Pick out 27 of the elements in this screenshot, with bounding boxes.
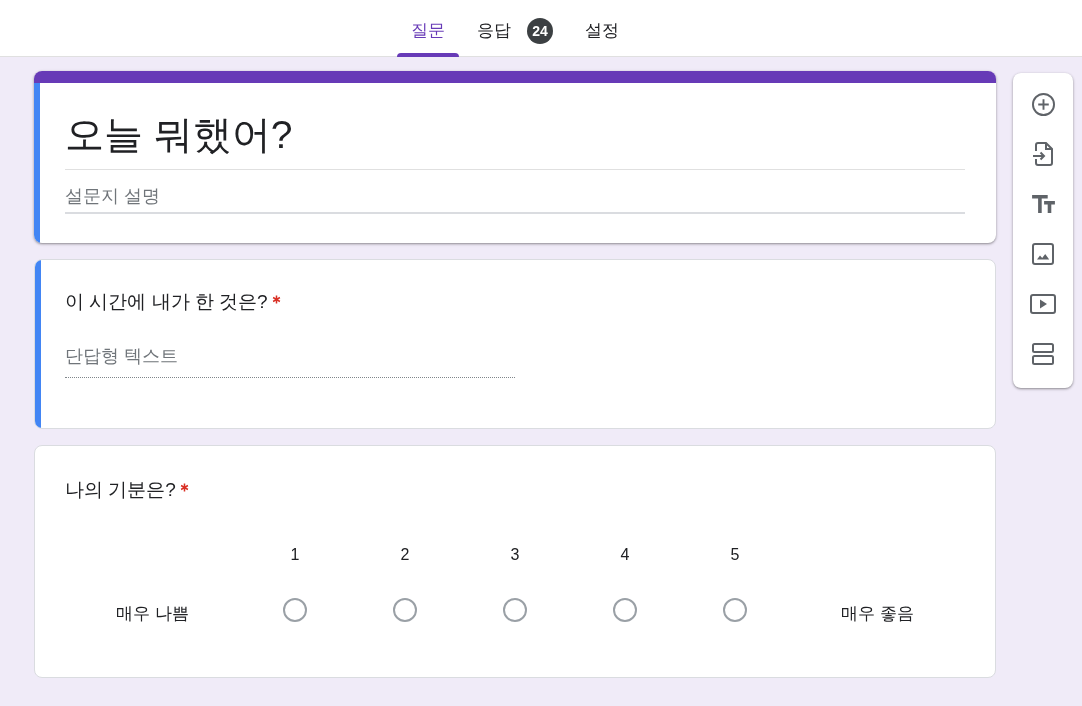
scale-number: 2 [400, 545, 410, 565]
description-field[interactable]: 설문지 설명 [65, 170, 965, 214]
radio-button[interactable] [393, 598, 417, 622]
text-size-icon [1031, 195, 1055, 213]
scale-number: 5 [730, 545, 740, 565]
scale-number: 1 [290, 545, 300, 565]
question-title: 이 시간에 내가 한 것은? [65, 290, 268, 314]
scale-number: 3 [510, 545, 520, 565]
tab[interactable]: 질문 [397, 0, 459, 56]
form-title-field[interactable]: 오늘 뭐했어? [65, 109, 965, 170]
radio-button[interactable] [613, 598, 637, 622]
short-answer-field[interactable]: 단답형 텍스트 [65, 344, 515, 378]
count-badge: 24 [527, 17, 553, 44]
file-arrow-icon [1033, 142, 1053, 166]
radio-button[interactable] [283, 598, 307, 622]
radio-button[interactable] [503, 598, 527, 622]
scale-low-label: 매우 나쁨 [116, 603, 189, 625]
scale-high-label: 매우 좋음 [841, 603, 914, 625]
tab[interactable]: 설정 [571, 0, 633, 56]
tab[interactable]: 응답 24 [463, 0, 567, 56]
plus-circle-icon [1031, 92, 1055, 116]
stacked-rectangles-icon [1032, 343, 1054, 365]
radio-button[interactable] [723, 598, 747, 622]
scale-number: 4 [620, 545, 630, 565]
question-title: 나의 기분은? [65, 478, 176, 502]
play-icon [1030, 294, 1056, 314]
image-icon [1032, 243, 1054, 265]
